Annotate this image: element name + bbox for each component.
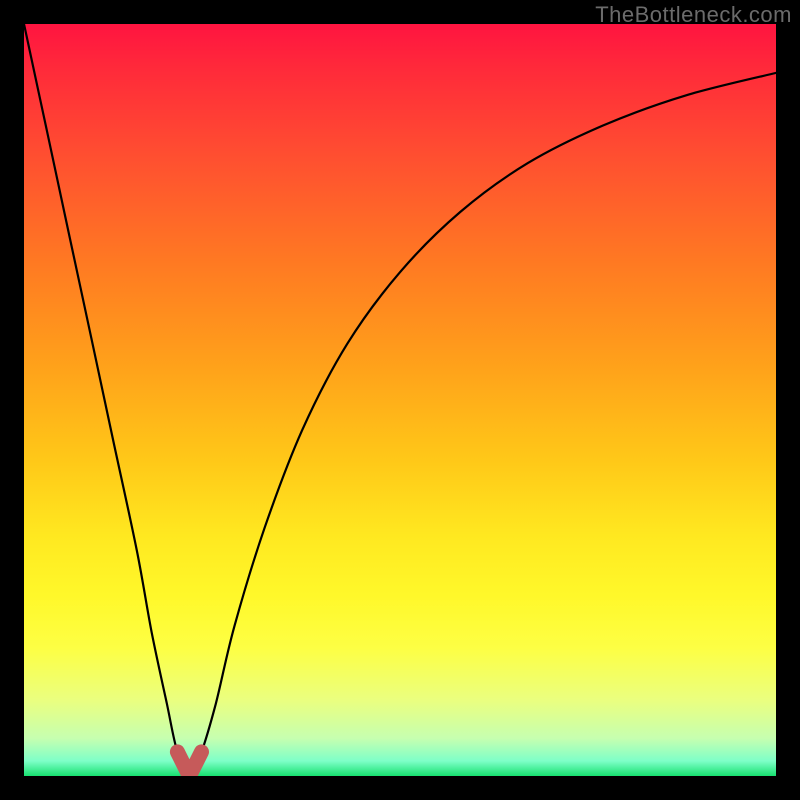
chart-frame: TheBottleneck.com xyxy=(0,0,800,800)
trough-highlight xyxy=(177,752,201,776)
watermark-text: TheBottleneck.com xyxy=(595,2,792,28)
chart-overlay xyxy=(24,24,776,776)
plot-area xyxy=(24,24,776,776)
bottleneck-curve xyxy=(24,24,776,776)
